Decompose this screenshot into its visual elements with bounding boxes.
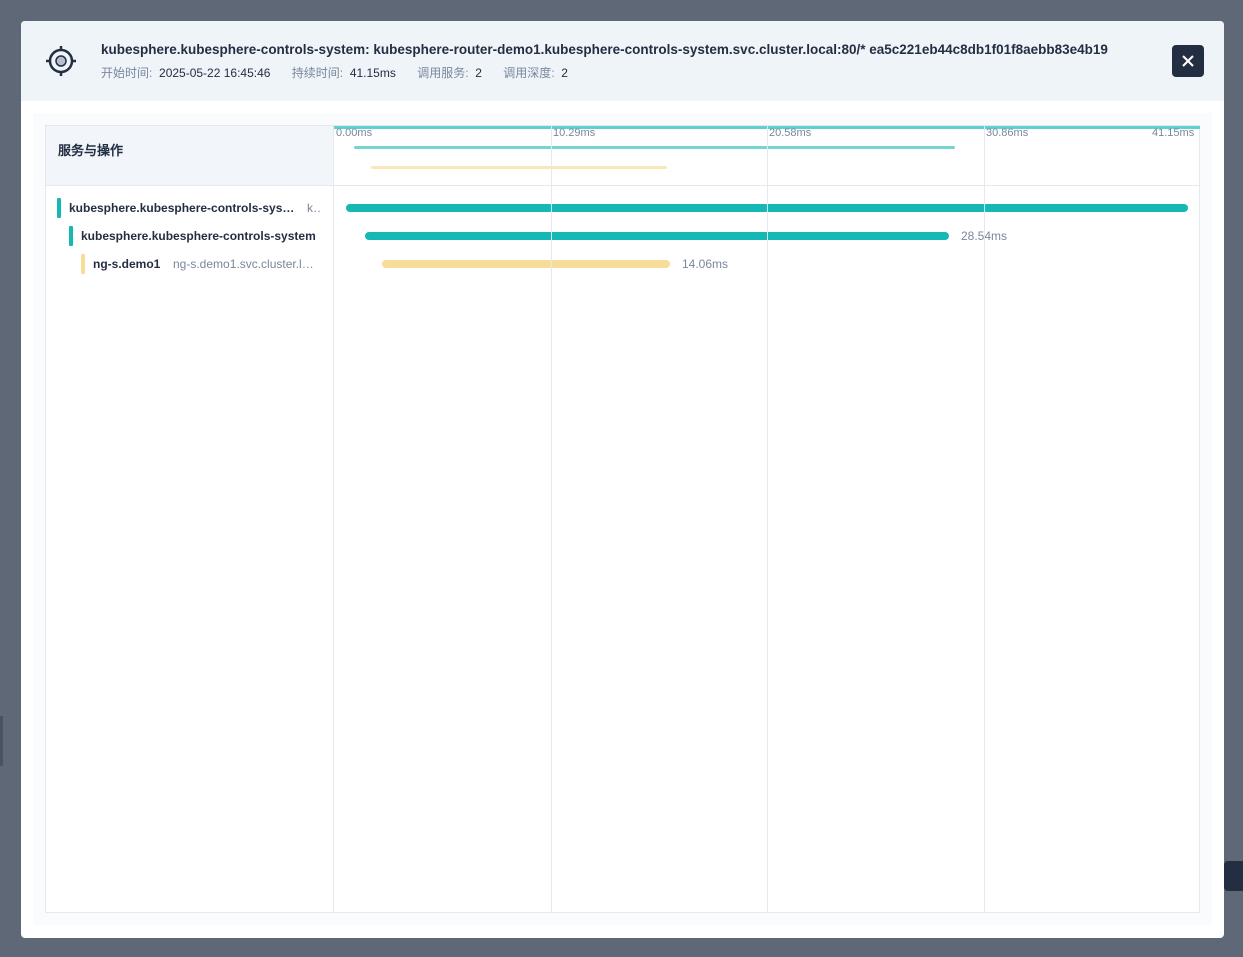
span-operation-name: ng-s.demo1.svc.cluster.local:80/*: [173, 257, 319, 271]
span-service-name: kubesphere.kubesphere-controls-system: [69, 201, 295, 215]
span-list: kubesphere.kubesphere-controls-system kub…: [46, 186, 334, 912]
time-gridline: [767, 126, 768, 912]
meta-duration: 持续时间: 41.15ms: [292, 66, 396, 80]
time-tick-label: 30.86ms: [986, 127, 1029, 139]
meta-label: 调用服务:: [417, 66, 469, 80]
close-button[interactable]: [1172, 45, 1204, 77]
span-duration-bar[interactable]: [365, 232, 949, 240]
service-color-marker: [57, 198, 61, 218]
trace-body: 服务与操作 kubesphere.kubesphere-controls-sys…: [33, 113, 1212, 925]
meta-label: 开始时间:: [101, 66, 153, 80]
close-icon: [1182, 55, 1194, 67]
meta-value: 2: [561, 66, 568, 80]
time-tick-label: 0.00ms: [336, 127, 373, 139]
span-operation-name: kubesphere-router-demo1.kubesphere-contr…: [307, 201, 322, 215]
background-edge: [0, 716, 3, 766]
toolbox-handle[interactable]: [1224, 861, 1243, 891]
target-icon: [45, 45, 77, 77]
meta-value: 2025-05-22 16:45:46: [159, 66, 271, 80]
span-duration-bar[interactable]: [382, 260, 670, 268]
span-service-name: ng-s.demo1: [93, 257, 161, 271]
column-header: 服务与操作: [46, 126, 334, 186]
service-color-marker: [81, 254, 85, 274]
time-tick-label: 41.15ms: [1152, 127, 1195, 139]
trace-meta: 开始时间: 2025-05-22 16:45:46 持续时间: 41.15ms …: [101, 64, 586, 81]
service-color-marker: [69, 226, 73, 246]
time-gridline: [984, 126, 985, 912]
span-row[interactable]: kubesphere.kubesphere-controls-system kub…: [46, 196, 334, 220]
meta-value: 2: [475, 66, 482, 80]
span-service-name: kubesphere.kubesphere-controls-system: [81, 229, 316, 243]
meta-label: 持续时间:: [291, 66, 344, 80]
minimap-span-bar: [371, 166, 667, 169]
span-duration-label: 14.06ms: [682, 257, 729, 271]
meta-services: 调用服务: 2: [417, 66, 482, 80]
trace-title: kubesphere.kubesphere-controls-system: k…: [101, 42, 1108, 57]
span-row[interactable]: ng-s.demo1 ng-s.demo1.svc.cluster.local:8…: [46, 252, 334, 276]
column-header-label: 服务与操作: [58, 143, 124, 158]
meta-depth: 调用深度: 2: [503, 66, 568, 80]
meta-label: 调用深度:: [503, 66, 555, 80]
modal-header: kubesphere.kubesphere-controls-system: k…: [21, 21, 1224, 101]
span-row[interactable]: kubesphere.kubesphere-controls-systemkub…: [46, 224, 334, 248]
trace-view: 服务与操作 kubesphere.kubesphere-controls-sys…: [45, 125, 1200, 913]
time-gridline: [551, 126, 552, 912]
time-tick-label: 10.29ms: [553, 127, 596, 139]
trace-detail-modal: kubesphere.kubesphere-controls-system: k…: [21, 21, 1224, 938]
minimap-span-bar: [354, 146, 955, 149]
time-tick-label: 20.58ms: [769, 127, 812, 139]
meta-value: 41.15ms: [349, 66, 396, 80]
meta-start-time: 开始时间: 2025-05-22 16:45:46: [101, 66, 270, 80]
